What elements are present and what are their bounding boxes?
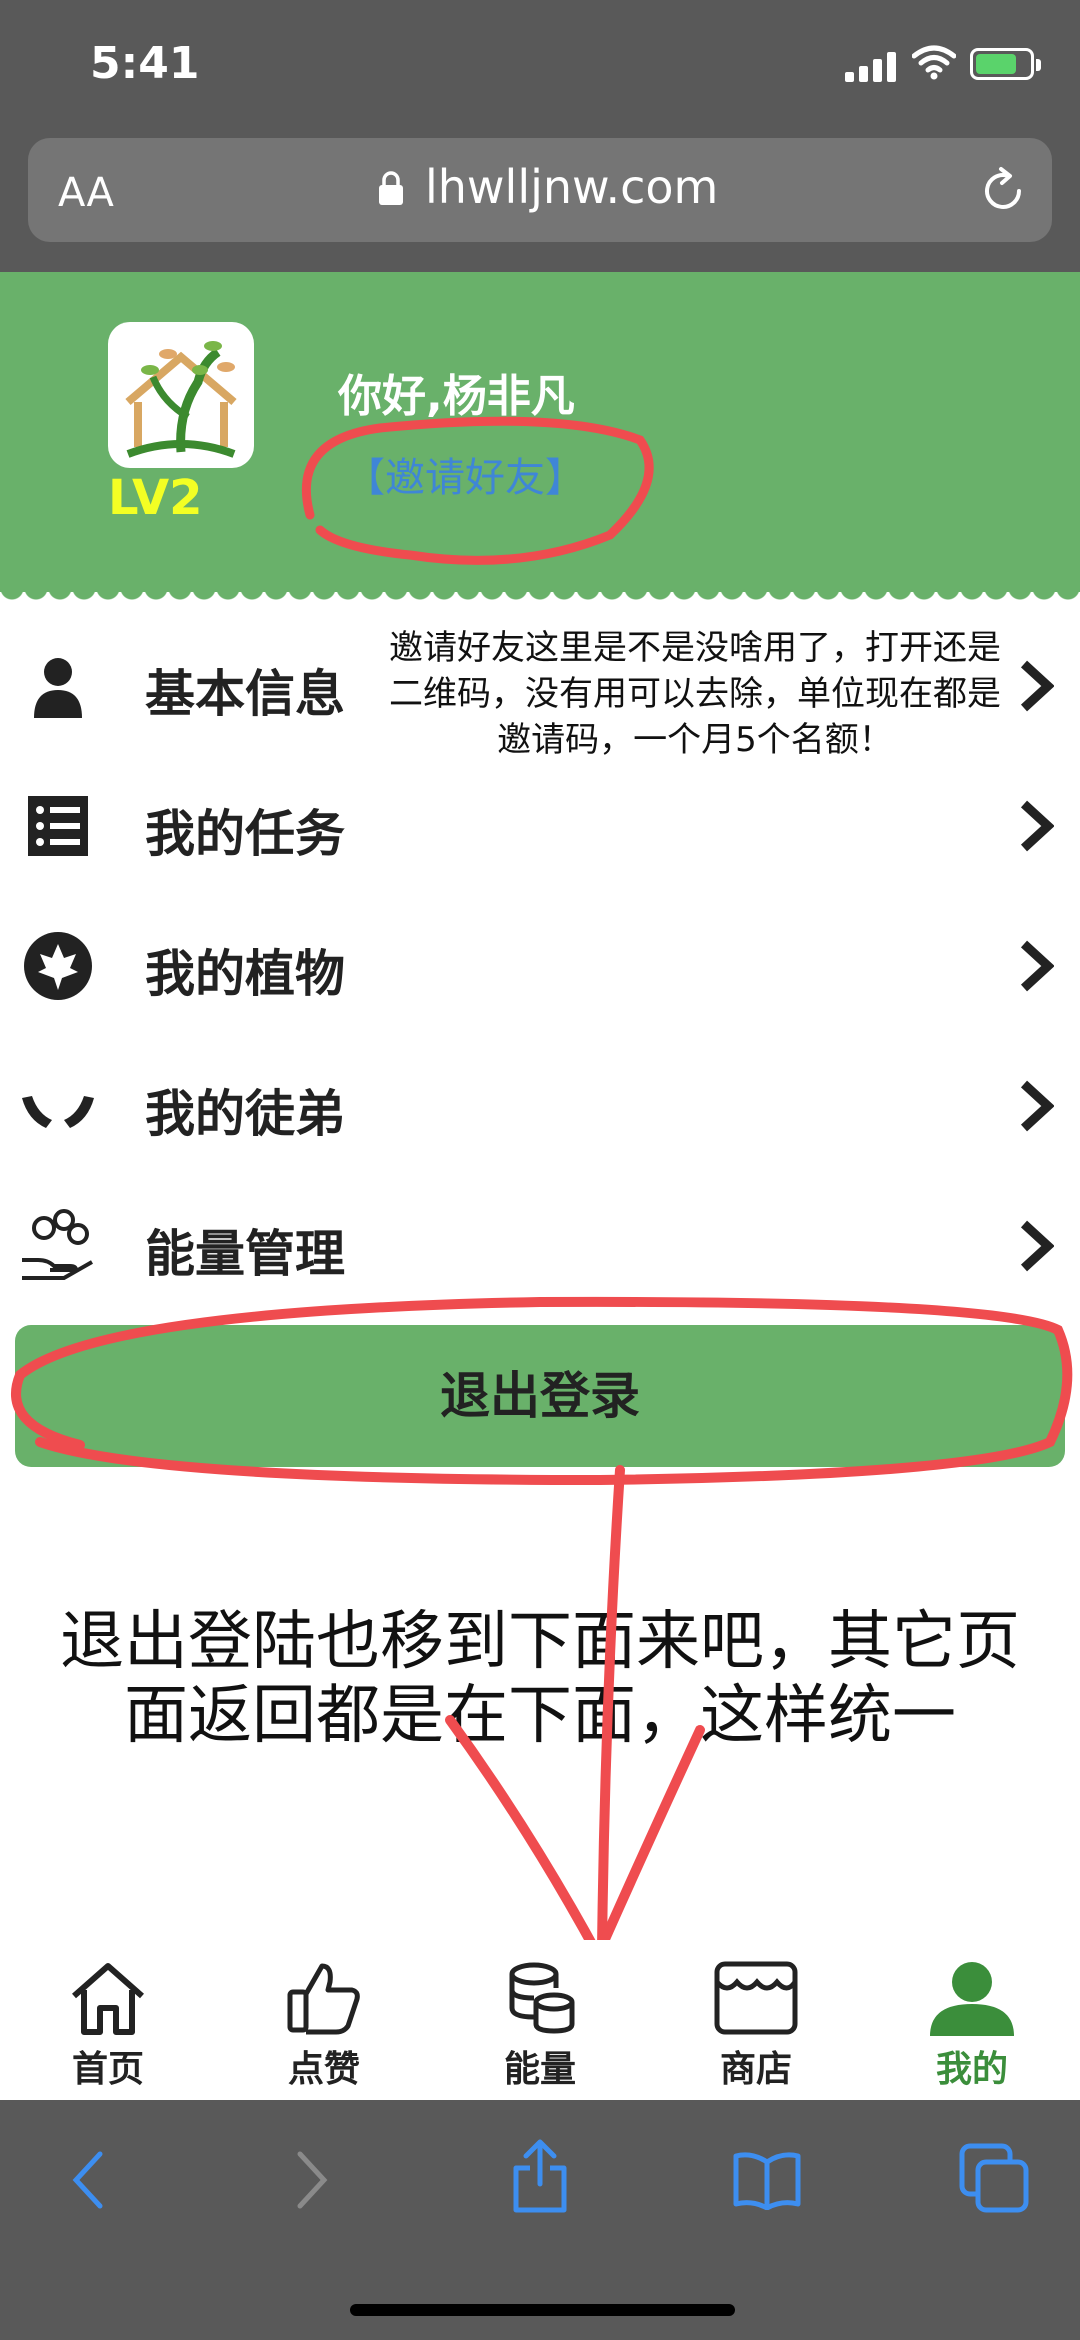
home-indicator[interactable]: [350, 2304, 735, 2316]
tab-mine[interactable]: 我的: [864, 1940, 1080, 2100]
share-icon[interactable]: [510, 2138, 570, 2214]
tabs-icon[interactable]: [958, 2142, 1030, 2214]
battery-icon: [970, 48, 1041, 80]
menu-item-label: 能量管理: [145, 1225, 345, 1283]
greeting-text: 你好,杨非凡: [338, 371, 575, 422]
chevron-right-icon: [1020, 800, 1054, 852]
leaf-icon: [24, 932, 92, 1000]
back-icon[interactable]: [68, 2150, 108, 2210]
header-scallop-edge: [0, 588, 1080, 608]
forward-icon[interactable]: [292, 2150, 332, 2210]
user-level-badge: LV2: [108, 470, 203, 526]
coins-hand-icon: [22, 1209, 93, 1280]
bottom-tab-bar: 首页 点赞 能量 商店 我的: [0, 1940, 1080, 2100]
home-icon: [72, 1963, 144, 2035]
menu-item-label: 我的植物: [145, 945, 345, 1003]
tab-home[interactable]: 首页: [0, 1940, 216, 2100]
menu-item-energy-management[interactable]: 能量管理: [0, 1172, 1080, 1312]
tab-label: 点赞: [287, 2049, 360, 2090]
tab-energy[interactable]: 能量: [432, 1940, 648, 2100]
menu-item-label: 基本信息: [145, 665, 345, 723]
url-text[interactable]: lhwlljnw.com: [425, 160, 718, 214]
cellular-signal-icon: [845, 52, 897, 82]
menu-item-label: 我的任务: [145, 805, 345, 863]
hands-icon: [22, 1096, 94, 1128]
menu-item-my-tasks[interactable]: 我的任务: [0, 752, 1080, 892]
chevron-right-icon: [1020, 660, 1054, 712]
tab-label: 商店: [719, 2049, 792, 2090]
menu-item-my-apprentices[interactable]: 我的徒弟: [0, 1032, 1080, 1172]
task-list-icon: [28, 796, 88, 856]
invite-friends-link[interactable]: 【邀请好友】: [345, 445, 585, 503]
thumbs-up-icon: [287, 1963, 360, 2035]
energy-coins-icon: [509, 1962, 575, 2034]
tab-store[interactable]: 商店: [648, 1940, 864, 2100]
tab-label: 能量: [503, 2049, 576, 2090]
status-time: 5:41: [90, 38, 200, 89]
lock-icon: [379, 171, 403, 205]
user-icon: [930, 1962, 1014, 2036]
app-logo: [108, 322, 254, 468]
tab-label: 首页: [71, 2049, 144, 2090]
chevron-right-icon: [1020, 940, 1054, 992]
menu-item-my-plants[interactable]: 我的植物: [0, 892, 1080, 1032]
bookmarks-icon[interactable]: [732, 2150, 802, 2210]
tab-likes[interactable]: 点赞: [216, 1940, 432, 2100]
text-size-button[interactable]: AA: [58, 170, 114, 216]
chevron-right-icon: [1020, 1220, 1054, 1272]
reload-icon[interactable]: [977, 165, 1029, 217]
wifi-icon: [912, 45, 956, 80]
chevron-right-icon: [1020, 1080, 1054, 1132]
person-icon: [34, 658, 82, 718]
logout-button[interactable]: 退出登录: [15, 1325, 1065, 1467]
store-icon: [714, 1961, 798, 2035]
menu-item-label: 我的徒弟: [145, 1085, 345, 1143]
tab-label: 我的: [935, 2049, 1008, 2090]
annotation-logout-note: 退出登陆也移到下面来吧，其它页面返回都是在下面，这样统一: [60, 1605, 1020, 1753]
annotation-invite-note: 邀请好友这里是不是没啥用了，打开还是二维码，没有用可以去除，单位现在都是邀请码，…: [389, 628, 1001, 760]
